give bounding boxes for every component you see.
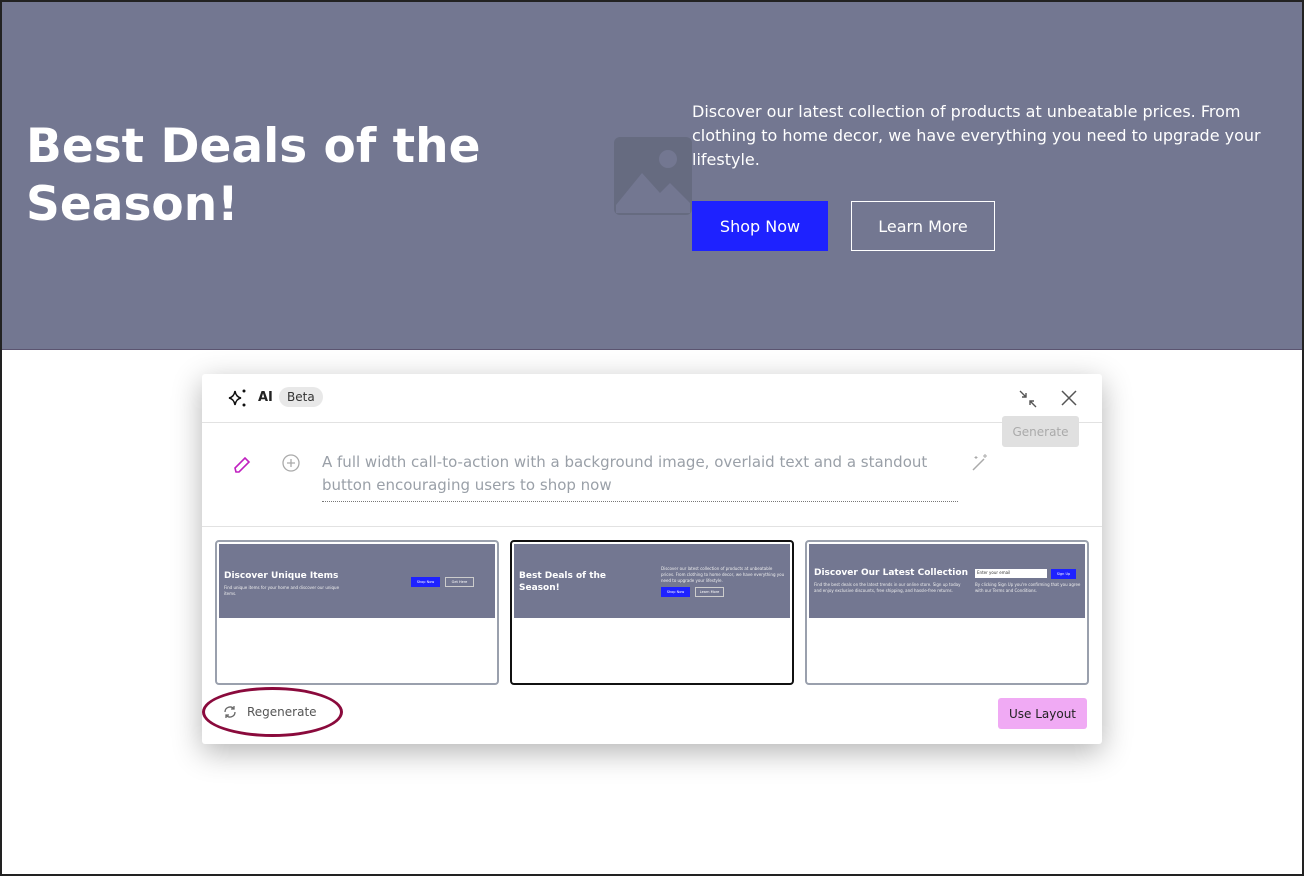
dialog-title: AI: [258, 390, 273, 405]
thumb-title: Discover Unique Items: [224, 571, 339, 581]
prompt-input[interactable]: A full width call-to-action with a backg…: [322, 451, 958, 502]
generate-button[interactable]: Generate: [1002, 416, 1079, 447]
refresh-icon: [224, 706, 236, 718]
thumb-button: Sign Up: [1051, 569, 1076, 579]
image-placeholder-icon: [614, 137, 692, 215]
regenerate-button[interactable]: Regenerate: [222, 704, 317, 720]
close-icon[interactable]: [1060, 389, 1078, 407]
thumb-note: By clicking Sign Up you're confirming th…: [975, 582, 1081, 593]
thumb-text: Discover our latest collection of produc…: [661, 566, 785, 583]
layout-options: Discover Unique Items Find unique items …: [215, 540, 1089, 685]
beta-badge: Beta: [279, 387, 323, 407]
ai-dialog: AI Beta A full width call-to-action with…: [202, 374, 1102, 744]
regenerate-label: Regenerate: [247, 705, 317, 719]
thumb-title: Discover Our Latest Collection: [814, 568, 968, 578]
hero-section: Best Deals of the Season! Discover our l…: [2, 2, 1302, 350]
dialog-header: AI Beta: [202, 374, 1102, 423]
minimize-icon[interactable]: [1018, 389, 1038, 409]
magic-wand-icon[interactable]: [970, 453, 990, 473]
thumb-button: Get Here: [445, 577, 474, 587]
hero-title: Best Deals of the Season!: [26, 119, 481, 232]
thumb-button: Shop Now: [411, 577, 440, 587]
thumb-button: Shop Now: [661, 587, 690, 597]
layout-option-2[interactable]: Best Deals of the Season! Discover our l…: [510, 540, 794, 685]
thumb-email-input: Enter your email: [975, 569, 1047, 578]
layout-option-3[interactable]: Discover Our Latest Collection Find the …: [805, 540, 1089, 685]
use-layout-button[interactable]: Use Layout: [998, 698, 1087, 729]
learn-more-button[interactable]: Learn More: [851, 201, 995, 251]
layout-option-1[interactable]: Discover Unique Items Find unique items …: [215, 540, 499, 685]
thumb-title: Best Deals of the Season!: [519, 571, 607, 593]
shop-now-button[interactable]: Shop Now: [692, 201, 828, 251]
prompt-area: A full width call-to-action with a backg…: [202, 416, 1102, 527]
thumb-text: Find the best deals on the latest trends…: [814, 582, 961, 593]
thumb-text: Find unique items for your home and disc…: [224, 585, 340, 596]
pencil-icon: [234, 456, 251, 473]
add-icon[interactable]: [281, 453, 301, 473]
hero-description: Discover our latest collection of produc…: [692, 102, 1261, 169]
sparkle-icon: [228, 389, 246, 407]
thumb-button: Learn More: [695, 587, 724, 597]
